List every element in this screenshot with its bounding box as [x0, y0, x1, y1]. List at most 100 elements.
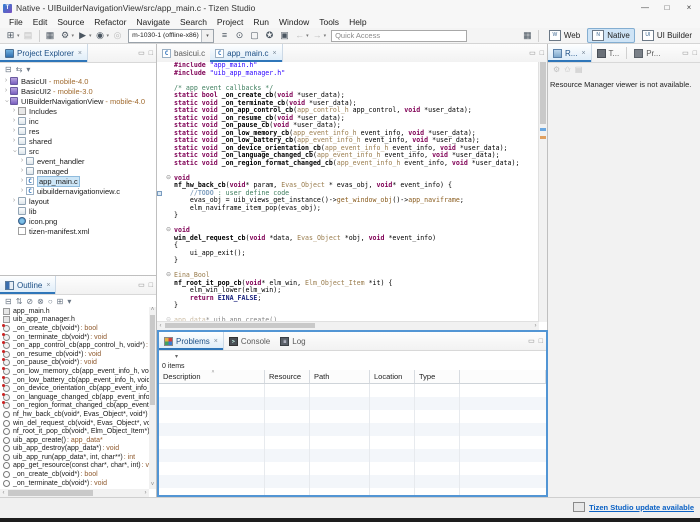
outline-item-uib-app-destroy-app-data[interactable]: uib_app_destroy(app_data*) : void: [0, 445, 149, 454]
outline-item-app-get-resource-const-char-char-int[interactable]: app_get_resource(const char*, char*, int…: [0, 462, 149, 471]
outline-item-on-low-memory-cb-app-event-info-h-void[interactable]: _on_low_memory_cb(app_event_info_h, void…: [0, 367, 149, 376]
maximize-icon[interactable]: □: [149, 50, 153, 57]
maximize-window-icon[interactable]: □: [656, 1, 678, 15]
quick-access-input[interactable]: [331, 30, 467, 42]
tree-item-basicui2[interactable]: ›BasicUI2 - mobile-3.0: [0, 86, 156, 96]
tree-item-inc[interactable]: ›inc: [0, 116, 156, 126]
tree-item-shared[interactable]: ›shared: [0, 136, 156, 146]
menu-help[interactable]: Help: [344, 17, 371, 27]
outline-item-nf-root-it-pop-cb-void-elm-object-item[interactable]: nf_root_it_pop_cb(void*, Elm_Object_Item…: [0, 427, 149, 436]
chevron-down-icon[interactable]: ▾: [306, 33, 309, 39]
tree-item-app-main-c[interactable]: ›Capp_main.c: [0, 176, 156, 186]
column-header-path[interactable]: Path: [310, 370, 370, 383]
view-tab-pr[interactable]: Pr...: [629, 44, 665, 62]
outline-item-app-main-h[interactable]: app_main.h: [0, 307, 149, 316]
list-view-icon[interactable]: ▤: [575, 65, 583, 74]
menu-project[interactable]: Project: [212, 17, 248, 27]
view-tab-t[interactable]: T...: [592, 44, 625, 62]
menu-file[interactable]: File: [4, 17, 28, 27]
minimize-icon[interactable]: ▭: [682, 49, 689, 57]
expand-arrow[interactable]: ›: [9, 147, 19, 155]
open-perspective-icon[interactable]: ▦: [521, 29, 534, 42]
close-icon[interactable]: ×: [581, 50, 585, 57]
expand-arrow[interactable]: ›: [10, 126, 18, 136]
menu-run[interactable]: Run: [248, 17, 274, 27]
forward-icon[interactable]: →: [311, 29, 324, 42]
build-icon[interactable]: ⚙: [59, 29, 72, 42]
chevron-down-icon[interactable]: ▾: [17, 33, 20, 39]
tree-item-managed[interactable]: ›managed: [0, 166, 156, 176]
editor-horizontal-scrollbar[interactable]: ‹ ›: [157, 321, 539, 330]
column-header-description[interactable]: Description˄: [159, 370, 265, 383]
expand-arrow[interactable]: ›: [18, 176, 26, 186]
outline-item-on-resume-cb-void[interactable]: _on_resume_cb(void*) : void: [0, 350, 149, 359]
expand-arrow[interactable]: ›: [18, 166, 26, 176]
certificate-icon[interactable]: ✪: [263, 29, 276, 42]
scroll-left-icon[interactable]: ‹: [157, 323, 164, 330]
code-editor[interactable]: #include "app_main.h"#include "uib_app_m…: [157, 62, 539, 322]
new-wizard-icon[interactable]: ⊞: [4, 29, 17, 42]
tree-item-res[interactable]: ›res: [0, 126, 156, 136]
close-icon[interactable]: ×: [78, 50, 82, 57]
outline-list[interactable]: app_main.huib_app_manager.h_on_create_cb…: [0, 307, 149, 489]
pin-icon[interactable]: ✩: [564, 65, 571, 74]
expand-arrow[interactable]: ›: [10, 196, 18, 206]
column-header-resource[interactable]: Resource: [265, 370, 310, 383]
editor-tab-basicui-c[interactable]: Cbasicui.c: [157, 44, 210, 62]
save-icon[interactable]: ▤: [22, 29, 35, 42]
scrollbar-thumb[interactable]: [8, 490, 93, 496]
chevron-down-icon[interactable]: ▾: [107, 33, 110, 39]
tree-item-layout[interactable]: ›layout: [0, 196, 156, 206]
minimize-icon[interactable]: ▭: [138, 49, 145, 57]
scroll-up-icon[interactable]: ˄: [149, 307, 156, 314]
scrollbar-thumb[interactable]: [540, 62, 546, 124]
menu-tools[interactable]: Tools: [314, 17, 344, 27]
filter-icon[interactable]: ⊞: [57, 297, 64, 306]
expand-arrow[interactable]: ›: [10, 136, 18, 146]
scroll-right-icon[interactable]: ›: [142, 490, 149, 497]
tree-item-tizen-manifest-xml[interactable]: tizen-manifest.xml: [0, 226, 156, 236]
outline-horizontal-scrollbar[interactable]: ‹ ›: [0, 489, 149, 497]
menu-edit[interactable]: Edit: [28, 17, 53, 27]
tree-item-lib[interactable]: lib: [0, 206, 156, 216]
view-tab-console[interactable]: >Console: [224, 332, 275, 350]
outline-vertical-scrollbar[interactable]: ˄ ˅: [149, 307, 156, 489]
scroll-right-icon[interactable]: ›: [532, 323, 539, 330]
console-icon[interactable]: ≡: [218, 29, 231, 42]
editor-window-icon[interactable]: ▢: [248, 29, 261, 42]
chevron-down-icon[interactable]: ▾: [324, 33, 327, 39]
view-menu-icon[interactable]: ▾: [26, 65, 30, 74]
maximize-icon[interactable]: □: [539, 338, 543, 345]
menu-window[interactable]: Window: [274, 17, 314, 27]
hide-static-icon[interactable]: ⊗: [37, 297, 44, 306]
expand-arrow[interactable]: ›: [18, 156, 26, 166]
fold-toggle-icon[interactable]: ⊖: [163, 272, 174, 280]
collapse-all-icon[interactable]: ⊟: [5, 297, 12, 306]
close-window-icon[interactable]: ×: [678, 1, 700, 15]
view-tab-r[interactable]: R...×: [548, 44, 592, 62]
chevron-down-icon[interactable]: ▾: [72, 33, 75, 39]
outline-item-on-create-cb-void[interactable]: _on_create_cb(void*) : bool: [0, 470, 149, 479]
scroll-down-icon[interactable]: ˅: [149, 482, 156, 489]
link-editor-icon[interactable]: ⇆: [16, 65, 23, 74]
view-tab-project-explorer[interactable]: Project Explorer×: [0, 44, 88, 62]
hide-fields-icon[interactable]: ⊘: [26, 297, 33, 306]
minimize-window-icon[interactable]: —: [634, 1, 656, 15]
view-tab-log[interactable]: ≡Log: [275, 332, 310, 350]
menu-refactor[interactable]: Refactor: [89, 17, 131, 27]
fold-toggle-icon[interactable]: ⊖: [163, 227, 174, 235]
perspective-ui-builder[interactable]: UIUI Builder: [637, 28, 697, 43]
outline-item-on-pause-cb-void[interactable]: _on_pause_cb(void*) : void: [0, 359, 149, 368]
tree-item-src[interactable]: ›src: [0, 146, 156, 156]
sort-icon[interactable]: ⇅: [16, 297, 23, 306]
column-header-location[interactable]: Location: [370, 370, 415, 383]
outline-item-on-language-changed-cb-app-event-info-h-void[interactable]: _on_language_changed_cb(app_event_info_h…: [0, 393, 149, 402]
editor-vertical-scrollbar[interactable]: [538, 62, 547, 322]
close-icon[interactable]: ×: [272, 50, 276, 57]
menu-search[interactable]: Search: [175, 17, 212, 27]
outline-item-on-app-control-cb-app-control-h-void[interactable]: _on_app_control_cb(app_control_h, void*)…: [0, 341, 149, 350]
close-icon[interactable]: ×: [214, 338, 218, 345]
project-tree[interactable]: ›BasicUI - mobile-4.0›BasicUI2 - mobile-…: [0, 76, 156, 236]
outline-item-on-create-cb-void[interactable]: _on_create_cb(void*) : bool: [0, 324, 149, 333]
perspective-native[interactable]: NNative: [587, 28, 635, 43]
